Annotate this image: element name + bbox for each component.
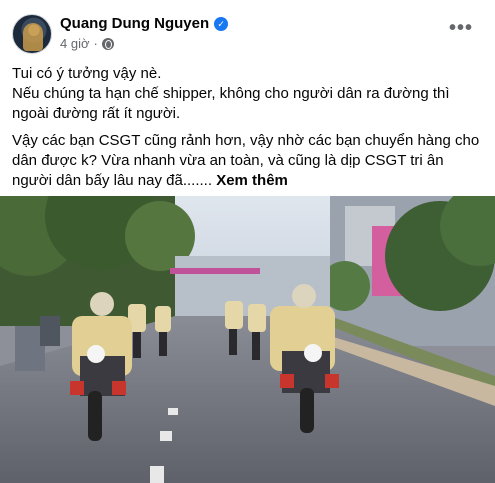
police-motorcade-photo xyxy=(0,196,495,483)
post-line-2: Nếu chúng ta hạn chế shipper, không cho … xyxy=(12,85,450,122)
more-options-icon[interactable]: ••• xyxy=(449,18,473,38)
author-name[interactable]: Quang Dung Nguyen xyxy=(60,15,209,32)
post-line-1: Tui có ý tưởng vậy nè. xyxy=(12,65,162,82)
avatar-figure xyxy=(23,23,43,51)
author-name-row: Quang Dung Nguyen ✓ xyxy=(60,15,229,32)
feed-post: Quang Dung Nguyen ✓ 4 giờ · ••• Tui có ý… xyxy=(0,0,495,483)
post-body: Tui có ý tưởng vậy nè. Nếu chúng ta hạn … xyxy=(12,64,482,198)
post-timestamp[interactable]: 4 giờ xyxy=(60,36,90,51)
post-photo[interactable] xyxy=(0,196,495,483)
verified-badge-icon: ✓ xyxy=(214,16,229,31)
author-avatar[interactable] xyxy=(12,14,52,54)
post-paragraph-2: Vậy các bạn CSGT cũng rảnh hơn, vậy nhờ … xyxy=(12,131,482,191)
see-more-link[interactable]: Xem thêm xyxy=(216,172,288,189)
post-meta: 4 giờ · xyxy=(60,36,114,51)
post-header: Quang Dung Nguyen ✓ 4 giờ · ••• xyxy=(12,12,483,54)
meta-separator: · xyxy=(93,36,98,51)
globe-icon[interactable] xyxy=(101,37,114,50)
